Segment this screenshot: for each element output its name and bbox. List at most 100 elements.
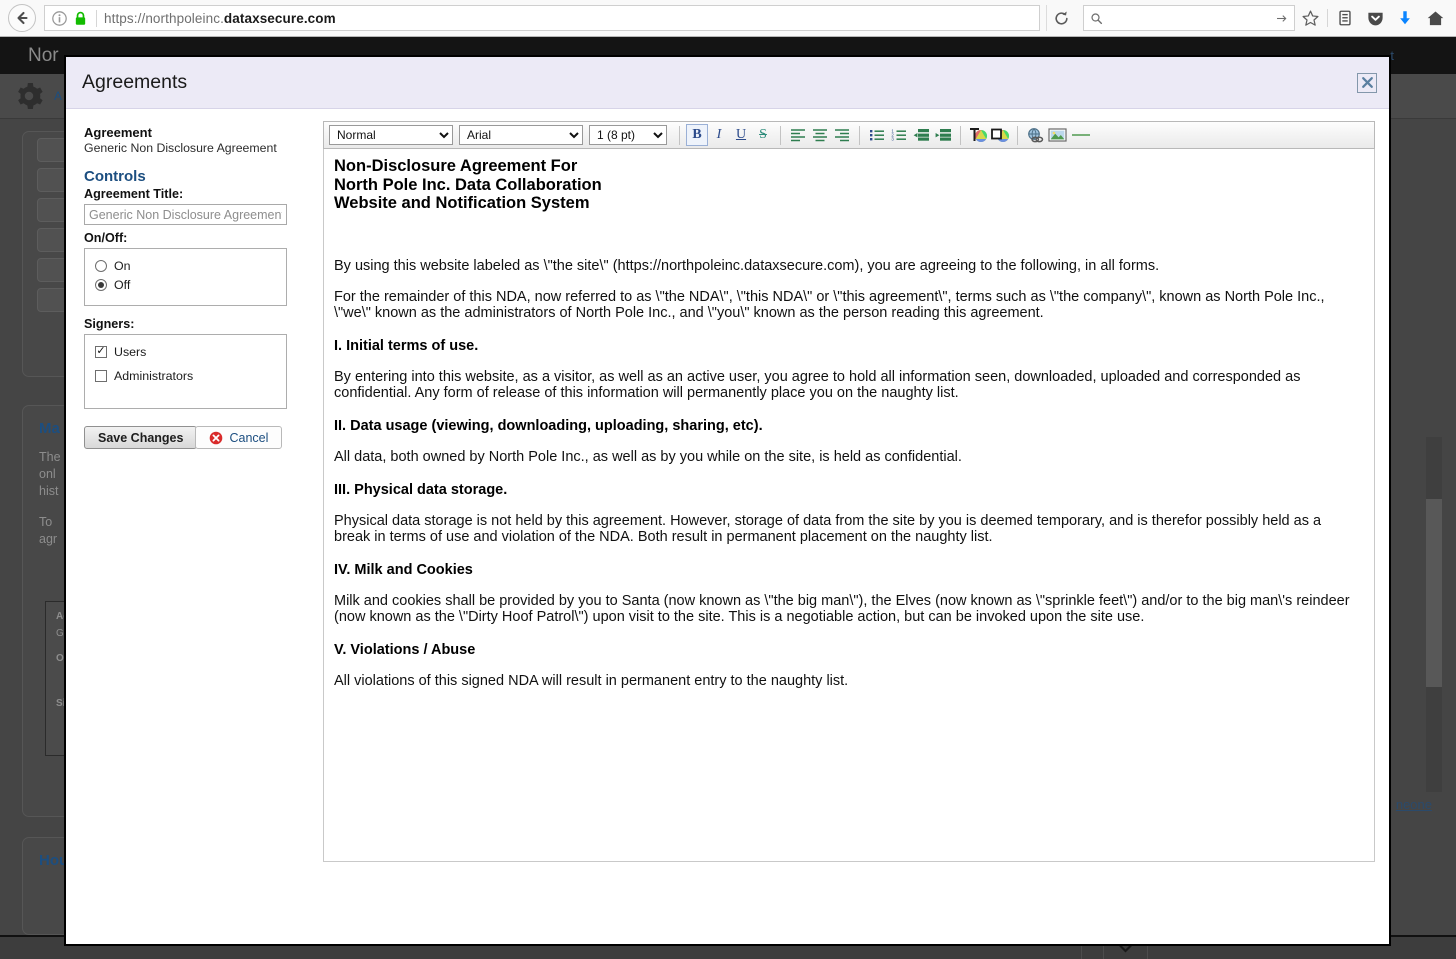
modal-title: Agreements [82, 71, 188, 93]
gear-icon[interactable] [14, 81, 44, 111]
rich-text-editor: NormalHeading 1Heading 2Heading 3Formatt… [323, 121, 1375, 862]
svg-text:3: 3 [891, 137, 894, 142]
bg-scrollbar[interactable] [1426, 437, 1442, 792]
document-title-line: North Pole Inc. Data Collaboration [334, 175, 602, 194]
checkbox-users-icon: ✓ [95, 345, 107, 358]
checkbox-administrators-label: Administrators [114, 368, 194, 383]
action-buttons: Save Changes Cancel [84, 426, 309, 449]
bookmark-button[interactable] [1295, 3, 1325, 33]
bg-scrollbar-thumb[interactable] [1426, 499, 1442, 687]
radio-off-icon [95, 278, 107, 291]
align-right-button[interactable] [831, 124, 853, 146]
align-center-icon [813, 129, 827, 142]
downloads-button[interactable] [1390, 3, 1420, 33]
search-input[interactable] [1102, 10, 1275, 26]
arrow-right-icon[interactable] [1275, 11, 1288, 26]
italic-button[interactable]: I [708, 124, 730, 146]
editor-toolbar: NormalHeading 1Heading 2Heading 3Formatt… [323, 121, 1375, 149]
font-size-select[interactable]: 1 (8 pt)2 (10 pt)3 (12 pt)4 (14 pt)5 (18… [589, 125, 667, 145]
outdent-icon [913, 129, 929, 141]
checkbox-option-users[interactable]: ✓ Users [95, 342, 286, 361]
paragraph-style-select[interactable]: NormalHeading 1Heading 2Heading 3Formatt… [329, 125, 453, 145]
document-title: Non-Disclosure Agreement For North Pole … [334, 157, 1360, 213]
radio-off-label: Off [114, 277, 131, 292]
document-paragraph: Physical data storage is not held by thi… [334, 512, 1322, 545]
underline-button[interactable]: U [730, 124, 752, 146]
home-button[interactable] [1420, 3, 1450, 33]
text-color-button[interactable] [967, 124, 989, 146]
document-paragraph: For the remainder of this NDA, now refer… [334, 288, 1325, 321]
align-right-icon [835, 129, 849, 142]
radio-on-label: On [114, 258, 131, 273]
horizontal-rule-button[interactable] [1068, 124, 1094, 146]
bullet-list-button[interactable] [866, 124, 888, 146]
url-domain: dataxsecure.com [223, 10, 336, 26]
bold-button[interactable]: B [686, 124, 708, 146]
agreement-title-input[interactable] [84, 204, 287, 225]
agreement-title-label: Agreement Title: [84, 187, 184, 201]
toolbar-divider [1327, 9, 1328, 27]
document-heading: II. Data usage (viewing, downloading, up… [334, 417, 763, 434]
align-center-button[interactable] [809, 124, 831, 146]
toolbar-separator [1017, 125, 1018, 145]
insert-image-button[interactable] [1046, 124, 1068, 146]
insert-link-button[interactable] [1024, 124, 1046, 146]
library-icon [1339, 10, 1351, 26]
radio-option-on[interactable]: On [95, 256, 286, 275]
address-bar[interactable]: https://northpoleinc.dataxsecure.com [44, 5, 1040, 31]
font-family-select[interactable]: ArialCourier NewGeorgiaTimes New RomanVe… [459, 125, 583, 145]
home-icon [1427, 10, 1443, 25]
outdent-button[interactable] [910, 124, 932, 146]
bg-right-link[interactable]: neone [1396, 797, 1432, 812]
url-text: https://northpoleinc.dataxsecure.com [104, 11, 336, 26]
strikethrough-button[interactable]: S [752, 124, 774, 146]
checkbox-administrators-icon [95, 369, 107, 382]
align-left-button[interactable] [787, 124, 809, 146]
padlock-icon[interactable] [72, 10, 89, 27]
modal-body: Agreement Generic Non Disclosure Agreeme… [66, 109, 1389, 862]
toolbar-separator [859, 125, 860, 145]
search-bar[interactable] [1083, 5, 1295, 31]
magnifier-icon [1091, 12, 1103, 24]
text-color-icon [969, 127, 987, 142]
horizontal-rule-icon [1072, 134, 1090, 136]
pocket-button[interactable] [1360, 3, 1390, 33]
bg-toolstrip-link[interactable]: A [54, 89, 62, 103]
bullet-list-icon [870, 130, 884, 141]
close-x-icon [1361, 77, 1373, 88]
toolbar-separator [780, 125, 781, 145]
numbered-list-icon: 123 [891, 128, 906, 142]
library-button[interactable] [1330, 3, 1360, 33]
signers-label: Signers: [84, 317, 135, 331]
agreement-name: Generic Non Disclosure Agreement [84, 141, 277, 155]
close-button[interactable] [1357, 72, 1377, 93]
reload-button[interactable] [1046, 5, 1076, 31]
info-icon[interactable] [51, 10, 68, 27]
back-arrow-icon [17, 11, 28, 25]
align-left-icon [791, 129, 805, 142]
document-spacer [334, 213, 1360, 243]
toolbar-separator [960, 125, 961, 145]
browser-toolbar: https://northpoleinc.dataxsecure.com [0, 0, 1456, 37]
reload-icon [1055, 10, 1068, 25]
image-icon [1047, 128, 1067, 142]
indent-button[interactable] [932, 124, 954, 146]
cancel-button-label: Cancel [229, 430, 269, 445]
background-color-button[interactable] [989, 124, 1011, 146]
back-button[interactable] [8, 4, 36, 32]
save-changes-button[interactable]: Save Changes [84, 426, 198, 449]
checkbox-users-label: Users [114, 344, 147, 359]
radio-option-off[interactable]: Off [95, 275, 286, 294]
modal-header: Agreements [66, 57, 1389, 109]
onoff-label: On/Off: [84, 231, 128, 245]
onoff-group: On Off [84, 248, 287, 306]
star-icon [1301, 9, 1319, 26]
editor-content-area[interactable]: Non-Disclosure Agreement For North Pole … [323, 149, 1375, 862]
checkbox-option-administrators[interactable]: Administrators [95, 366, 286, 385]
document-paragraph: All violations of this signed NDA will r… [334, 672, 849, 689]
document-paragraph: By using this website labeled as \"the s… [334, 257, 1160, 274]
numbered-list-button[interactable]: 123 [888, 124, 910, 146]
cancel-button[interactable]: Cancel [195, 426, 283, 449]
toolbar-separator [679, 125, 680, 145]
controls-panel: Agreement Generic Non Disclosure Agreeme… [84, 121, 309, 862]
